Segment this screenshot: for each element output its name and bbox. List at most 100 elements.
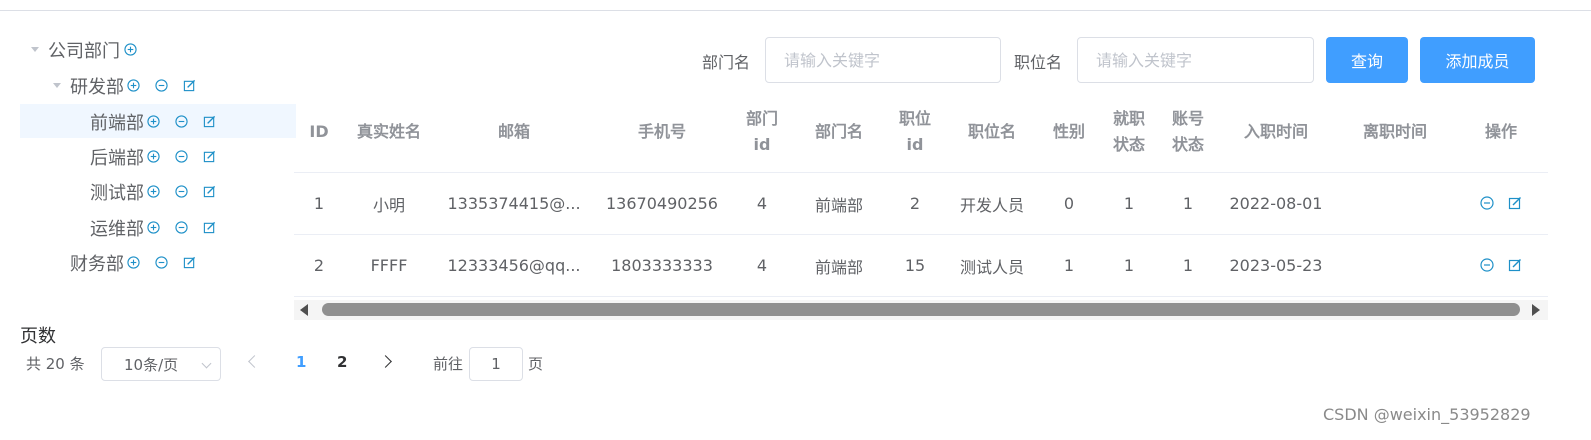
- column-header-dept-id: 部门 id: [745, 109, 778, 154]
- plus-circle-icon[interactable]: [127, 79, 140, 92]
- column-header-gender: 性别: [1052, 122, 1085, 141]
- tree-node[interactable]: 运维部: [20, 210, 296, 244]
- cell-position-name: 开发人员: [959, 195, 1024, 215]
- pagination-total: 共 20 条: [26, 355, 85, 373]
- page-number[interactable]: 2: [337, 353, 347, 371]
- edit-icon[interactable]: [183, 256, 196, 269]
- plus-circle-icon[interactable]: [147, 115, 160, 128]
- cell-account-status: 1: [1182, 194, 1194, 213]
- cell-id: 1: [313, 194, 325, 213]
- tree-node[interactable]: 后端部: [20, 139, 296, 173]
- minus-circle-icon[interactable]: [175, 150, 188, 163]
- minus-circle-icon[interactable]: [175, 221, 188, 234]
- cell-account-status: 1: [1182, 256, 1194, 275]
- cell-email: 1335374415@...: [447, 194, 581, 213]
- plus-circle-icon[interactable]: [147, 185, 160, 198]
- dept-name-label: 部门名: [702, 53, 751, 72]
- cell-leave-date: [1335, 173, 1455, 234]
- column-header-real-name: 真实姓名: [356, 122, 421, 141]
- pagination-title: 页数: [20, 326, 56, 347]
- edit-icon[interactable]: [203, 115, 216, 128]
- chevron-down-icon: [201, 358, 212, 369]
- edit-icon[interactable]: [203, 221, 216, 234]
- edit-icon[interactable]: [183, 79, 196, 92]
- top-divider: [0, 10, 1591, 11]
- cell-gender: 1: [1063, 256, 1075, 275]
- page-number[interactable]: 1: [296, 353, 306, 371]
- tree-node-label: 测试部: [90, 183, 144, 204]
- column-header-actions: 操作: [1484, 122, 1517, 141]
- cell-real-name: 小明: [372, 195, 405, 215]
- page-size-select[interactable]: 10条/页: [101, 347, 221, 381]
- cell-gender: 0: [1063, 194, 1075, 213]
- row-divider: [294, 296, 1548, 297]
- table-row[interactable]: 2 FFFF 12333456@qq... 1803333333 4 前端部 15 测试人员 1…: [294, 235, 1548, 296]
- tree-node[interactable]: 测试部: [20, 174, 296, 208]
- position-name-input[interactable]: [1077, 37, 1314, 83]
- cell-dept-name: 前端部: [814, 195, 863, 215]
- column-header-hire-date: 入职时间: [1243, 122, 1308, 141]
- next-page-icon[interactable]: [379, 355, 392, 368]
- cell-real-name: FFFF: [370, 256, 408, 275]
- page-suffix-label: 页: [528, 355, 544, 373]
- column-header-leave-date: 离职时间: [1362, 122, 1427, 141]
- tree-node-label: 后端部: [90, 148, 144, 169]
- tree-node-label: 前端部: [90, 113, 144, 134]
- column-header-position-name: 职位名: [967, 122, 1016, 141]
- watermark: CSDN @weixin_53952829: [1323, 405, 1531, 424]
- position-name-label: 职位名: [1014, 53, 1063, 72]
- cell-employment-status: 1: [1123, 194, 1135, 213]
- cell-position-id: 2: [909, 194, 921, 213]
- minus-circle-icon[interactable]: [175, 185, 188, 198]
- goto-page-input[interactable]: [469, 347, 523, 381]
- query-button[interactable]: 查询: [1326, 37, 1408, 83]
- minus-circle-icon[interactable]: [175, 115, 188, 128]
- edit-icon[interactable]: [1508, 258, 1522, 272]
- cell-phone: 1803333333: [611, 256, 713, 275]
- add-member-button[interactable]: 添加成员: [1420, 37, 1535, 83]
- column-header-account-status: 账号 状态: [1171, 109, 1204, 154]
- cell-hire-date: 2022-08-01: [1229, 194, 1323, 213]
- caret-down-icon[interactable]: [31, 47, 39, 52]
- plus-circle-icon[interactable]: [147, 150, 160, 163]
- tree-node[interactable]: 公司部门: [20, 32, 296, 66]
- minus-circle-icon[interactable]: [155, 79, 168, 92]
- tree-node[interactable]: 前端部: [20, 104, 296, 138]
- cell-position-name: 测试人员: [959, 257, 1024, 277]
- dept-name-input[interactable]: [765, 37, 1001, 83]
- cell-hire-date: 2023-05-23: [1229, 256, 1323, 275]
- plus-circle-icon[interactable]: [127, 256, 140, 269]
- scroll-right-arrow-icon[interactable]: [1532, 304, 1540, 316]
- cell-leave-date: [1335, 235, 1455, 296]
- cell-email: 12333456@qq...: [447, 256, 581, 275]
- cell-phone: 13670490256: [606, 194, 718, 213]
- plus-circle-icon[interactable]: [147, 221, 160, 234]
- column-header-email: 邮箱: [497, 122, 530, 141]
- column-header-position-id: 职位 id: [898, 109, 931, 154]
- prev-page-icon[interactable]: [248, 355, 261, 368]
- column-header-phone: 手机号: [637, 122, 686, 141]
- table-row[interactable]: 1 小明 1335374415@... 13670490256 4 前端部 2 开发人员 0 1 1…: [294, 173, 1548, 234]
- column-header-dept-name: 部门名: [814, 122, 863, 141]
- tree-node-label: 公司部门: [48, 41, 120, 62]
- tree-node[interactable]: 财务部: [20, 245, 296, 279]
- cell-dept-id: 4: [756, 194, 768, 213]
- caret-down-icon[interactable]: [53, 83, 61, 88]
- scrollbar-thumb[interactable]: [322, 303, 1520, 316]
- delete-icon[interactable]: [1480, 196, 1494, 210]
- cell-employment-status: 1: [1123, 256, 1135, 275]
- delete-icon[interactable]: [1480, 258, 1494, 272]
- cell-id: 2: [313, 256, 325, 275]
- minus-circle-icon[interactable]: [155, 256, 168, 269]
- tree-node-label: 研发部: [70, 77, 124, 98]
- scroll-left-arrow-icon[interactable]: [300, 304, 308, 316]
- cell-position-id: 15: [904, 256, 926, 275]
- tree-node-label: 财务部: [70, 254, 124, 275]
- edit-icon[interactable]: [1508, 196, 1522, 210]
- plus-circle-icon[interactable]: [124, 43, 137, 56]
- edit-icon[interactable]: [203, 150, 216, 163]
- column-header-id: ID: [309, 122, 329, 141]
- cell-dept-id: 4: [756, 256, 768, 275]
- edit-icon[interactable]: [203, 185, 216, 198]
- tree-node[interactable]: 研发部: [20, 68, 296, 102]
